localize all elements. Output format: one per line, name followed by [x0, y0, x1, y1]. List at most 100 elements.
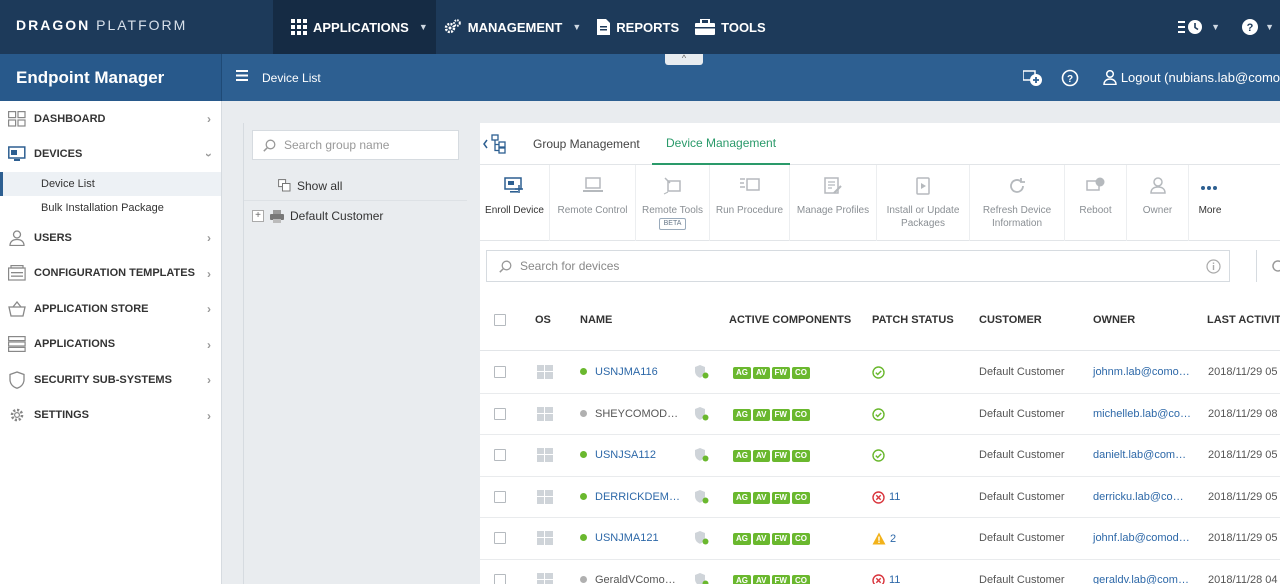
- owner-cell[interactable]: derricku.lab@co…: [1093, 491, 1184, 503]
- sub-bar: Endpoint Manager Device List ? Logout (n…: [0, 54, 1280, 101]
- table-row[interactable]: USNJMA121 AG AV FW CO 2 Default Customer johnf.…: [480, 518, 1280, 560]
- dashboard-icon: [8, 110, 26, 128]
- nav-management[interactable]: MANAGEMENT ▼: [436, 0, 590, 54]
- tab-bar: Group Management Device Management: [480, 123, 1280, 165]
- hamburger-icon[interactable]: [236, 70, 248, 81]
- sidebar-subitem-bulk-installation[interactable]: Bulk Installation Package: [0, 196, 221, 220]
- device-search-input[interactable]: Search for devices: [486, 250, 1230, 282]
- sidebar-item-dashboard[interactable]: DASHBOARD ›: [0, 101, 221, 137]
- col-last-activity[interactable]: LAST ACTIVITY: [1207, 314, 1280, 326]
- nav-reports[interactable]: REPORTS: [589, 0, 687, 54]
- row-checkbox[interactable]: [494, 449, 506, 461]
- table-row[interactable]: GeraldVComo… AG AV FW CO 11 Default Customer ge…: [480, 560, 1280, 584]
- logout-link[interactable]: Logout (nubians.lab@como: [1103, 70, 1280, 85]
- col-os[interactable]: OS: [535, 314, 551, 326]
- nav-management-label: MANAGEMENT: [467, 19, 563, 35]
- tab-device-management[interactable]: Device Management: [652, 123, 791, 165]
- row-checkbox[interactable]: [494, 532, 506, 544]
- shield-status-icon[interactable]: [694, 406, 710, 425]
- row-checkbox[interactable]: [494, 490, 506, 503]
- col-customer[interactable]: CUSTOMER: [979, 314, 1042, 326]
- tool-label: Run Procedure: [715, 205, 784, 216]
- tab-group-management[interactable]: Group Management: [519, 123, 654, 165]
- device-name[interactable]: DERRICKDEM…: [580, 491, 680, 503]
- owner-button[interactable]: Owner: [1127, 165, 1189, 241]
- owner-cell[interactable]: johnm.lab@como…: [1093, 366, 1190, 378]
- error-circle-icon: [872, 573, 885, 584]
- component-badge: AV: [753, 533, 770, 545]
- status-dot: [580, 534, 587, 541]
- enroll-device-button[interactable]: Enroll Device: [480, 165, 550, 241]
- shield-status-icon[interactable]: [694, 572, 710, 584]
- run-procedure-button[interactable]: Run Procedure: [710, 165, 790, 241]
- sidebar-item-users[interactable]: USERS ›: [0, 220, 221, 256]
- component-badge: CO: [791, 450, 810, 462]
- table-row[interactable]: DERRICKDEM… AG AV FW CO 11 Default Customer der…: [480, 477, 1280, 518]
- row-checkbox[interactable]: [494, 573, 506, 584]
- device-name[interactable]: USNJMA116: [580, 366, 658, 378]
- patch-status[interactable]: 11: [872, 573, 900, 584]
- group-search-input[interactable]: Search group name: [252, 130, 459, 160]
- nav-tools[interactable]: TOOLS: [687, 0, 774, 54]
- sidebar-item-applications[interactable]: APPLICATIONS ›: [0, 327, 221, 363]
- shield-status-icon[interactable]: [694, 489, 710, 508]
- install-update-packages-button[interactable]: Install or Update Packages: [877, 165, 970, 241]
- shield-status-icon[interactable]: [694, 447, 710, 466]
- group-default-customer[interactable]: + Default Customer: [244, 201, 467, 231]
- sidebar-item-settings[interactable]: SETTINGS ›: [0, 398, 221, 434]
- owner-cell[interactable]: geraldv.lab@com…: [1093, 574, 1189, 584]
- add-device-icon[interactable]: [1022, 69, 1043, 87]
- table-row[interactable]: USNJMA116 AG AV FW CO Default Customer johnm.l…: [480, 352, 1280, 394]
- tree-toggle-icon[interactable]: [482, 134, 508, 154]
- remote-tools-button[interactable]: Remote Tools BETA: [636, 165, 710, 241]
- brand-logo[interactable]: DRAGON PLATFORM: [16, 17, 187, 33]
- owner-cell[interactable]: danielt.lab@com…: [1093, 449, 1186, 461]
- nav-applications[interactable]: APPLICATIONS ▼: [273, 0, 436, 54]
- refresh-list-button[interactable]: [1256, 250, 1280, 282]
- patch-status[interactable]: 2: [872, 532, 896, 545]
- owner-cell[interactable]: michelleb.lab@co…: [1093, 408, 1191, 420]
- table-row[interactable]: USNJSA112 AG AV FW CO Default Customer danielt…: [480, 435, 1280, 477]
- col-name[interactable]: NAME: [580, 314, 612, 326]
- sidebar-item-configuration-templates[interactable]: CONFIGURATION TEMPLATES ›: [0, 256, 221, 292]
- collapse-header-tab[interactable]: ^: [665, 54, 703, 65]
- remote-control-button[interactable]: Remote Control: [550, 165, 636, 241]
- shield-status-icon[interactable]: [694, 530, 710, 549]
- col-owner[interactable]: OWNER: [1093, 314, 1135, 326]
- device-name[interactable]: USNJSA112: [580, 449, 656, 461]
- beta-badge: BETA: [658, 218, 687, 230]
- info-icon[interactable]: [1206, 259, 1221, 274]
- col-active-components[interactable]: ACTIVE COMPONENTS: [729, 314, 851, 326]
- gear-icon: [8, 406, 26, 424]
- patch-status[interactable]: [872, 366, 889, 379]
- shield-status-icon[interactable]: [694, 364, 710, 383]
- chevron-right-icon: ›: [207, 231, 211, 245]
- help-menu[interactable]: ? ▼: [1242, 19, 1274, 35]
- manage-profiles-button[interactable]: Manage Profiles: [790, 165, 877, 241]
- component-badge: AG: [733, 533, 751, 545]
- patch-status[interactable]: 11: [872, 490, 900, 504]
- select-all-checkbox[interactable]: [494, 314, 506, 326]
- more-button[interactable]: More: [1189, 165, 1231, 241]
- sidebar-subitem-device-list[interactable]: Device List: [0, 172, 221, 196]
- reboot-button[interactable]: Reboot: [1065, 165, 1127, 241]
- refresh-device-info-button[interactable]: Refresh Device Information: [970, 165, 1065, 241]
- component-badge: AG: [733, 367, 751, 379]
- patch-status[interactable]: [872, 407, 889, 421]
- history-menu[interactable]: ▼: [1178, 18, 1220, 36]
- component-badge: CO: [791, 574, 810, 584]
- sidebar-item-application-store[interactable]: APPLICATION STORE ›: [0, 291, 221, 327]
- sidebar-item-label: SETTINGS: [34, 409, 90, 422]
- row-checkbox[interactable]: [494, 366, 506, 378]
- sidebar-item-devices[interactable]: DEVICES ›: [0, 137, 221, 173]
- owner-cell[interactable]: johnf.lab@comod…: [1093, 532, 1190, 544]
- help-circle-icon[interactable]: ?: [1061, 69, 1079, 87]
- device-name[interactable]: USNJMA121: [580, 532, 659, 544]
- show-all-groups[interactable]: Show all: [244, 171, 467, 201]
- sidebar-item-security-sub-systems[interactable]: SECURITY SUB-SYSTEMS ›: [0, 362, 221, 398]
- col-patch-status[interactable]: PATCH STATUS: [872, 314, 954, 326]
- table-row[interactable]: SHEYCOMOD… AG AV FW CO Default Customer michel…: [480, 394, 1280, 435]
- patch-status[interactable]: [872, 449, 889, 462]
- expand-icon[interactable]: +: [252, 210, 264, 222]
- row-checkbox[interactable]: [494, 407, 506, 420]
